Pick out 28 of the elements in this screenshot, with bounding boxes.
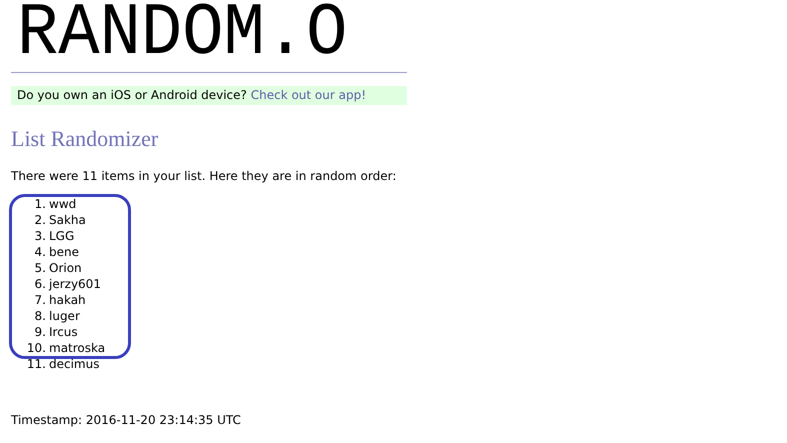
intro-text: There were 11 items in your list. Here they are in random order: [11, 169, 398, 184]
site-logo[interactable]: RANDOM.O [17, 0, 348, 66]
list-number: 1. [34, 196, 47, 212]
list-number: 11. [26, 356, 47, 372]
list-number: 4. [34, 244, 47, 260]
list-item: hakah [49, 292, 86, 308]
list-number: 7. [34, 292, 47, 308]
list-number: 3. [34, 228, 47, 244]
list-number: 5. [34, 260, 47, 276]
list-item: decimus [49, 356, 100, 372]
list-number: 2. [34, 212, 47, 228]
list-item: jerzy601 [49, 276, 101, 292]
list-item: matroska [49, 340, 106, 356]
timestamp: Timestamp: 2016-11-20 23:14:35 UTC [11, 412, 241, 429]
list-item: bene [49, 244, 79, 260]
list-item: Ircus [49, 324, 78, 340]
list-item: Sakha [49, 212, 86, 228]
promo-text: Do you own an iOS or Android device? [17, 88, 247, 102]
list-number: 6. [34, 276, 47, 292]
page-heading: List Randomizer [11, 126, 160, 152]
list-number: 8. [34, 308, 47, 324]
list-item: luger [49, 308, 80, 324]
list-item: wwd [49, 196, 76, 212]
app-link[interactable]: Check out our app! [250, 88, 366, 102]
list-item: Orion [49, 260, 82, 276]
list-item: LGG [49, 228, 74, 244]
list-number: 9. [34, 324, 47, 340]
list-number: 10. [26, 340, 47, 356]
